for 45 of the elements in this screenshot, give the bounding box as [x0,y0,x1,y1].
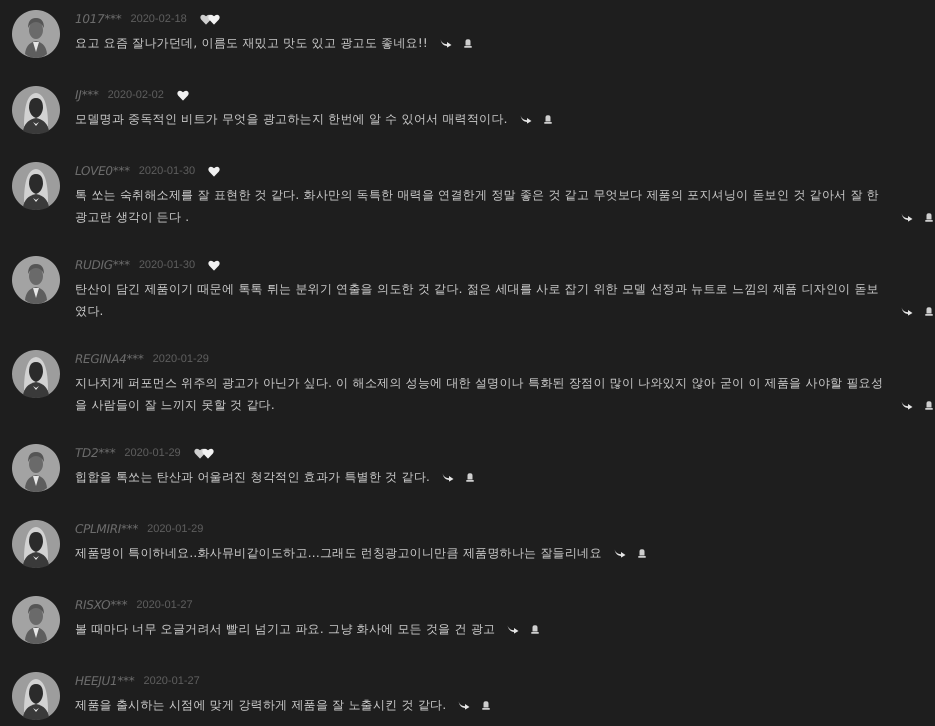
username: TD2*** [75,446,116,460]
curved-arrow-icon[interactable] [901,307,913,316]
curved-arrow-icon[interactable] [507,625,520,634]
comment-text: 제품을 출시하는 시점에 맞게 강력하게 제품을 잘 노출시킨 것 같다. [75,697,446,714]
siren-icon[interactable] [544,115,552,124]
username: 1017*** [75,12,122,26]
comment-text: 제품명이 특이하네요..화사뮤비같이도하고...그래도 런칭광고이니만큼 제품명하나는 잘들리네요 [75,545,602,562]
comment-text: 톡 쏘는 숙취해소제를 잘 표현한 것 같다. 화사만의 독특한 매력을 연결한게 정말 좋은 것 같고 무엇보다 제품의 포지셔닝이 돋보인 것 같아서 잘 한 광고란 생각이 든다 . [75,187,880,226]
curved-arrow-icon[interactable] [614,549,626,558]
username: RUDIG*** [75,258,130,272]
comment-date: 2020-01-29 [124,447,181,459]
comment-date: 2020-01-27 [143,675,200,687]
comment-date: 2020-02-02 [108,89,164,101]
username: HEEJU1*** [75,674,134,688]
comment-text: 볼 때마다 너무 오글거려서 빨리 넘기고 파요. 그냥 화사에 모든 것을 건 광고 [75,621,496,638]
curved-arrow-icon[interactable] [442,473,454,482]
username: LOVE0*** [75,164,130,178]
curved-arrow-icon[interactable] [440,39,452,48]
username: REGINA4*** [75,352,144,366]
comment-text: 모델명과 중독적인 비트가 무엇을 광고하는지 한번에 알 수 있어서 매력적이다. [75,111,508,128]
curved-arrow-icon[interactable] [520,115,532,124]
comment-date: 2020-01-29 [147,523,204,535]
siren-icon[interactable] [925,307,933,316]
username: IJ*** [75,88,99,102]
curved-arrow-icon[interactable] [901,213,913,222]
comment-date: 2020-01-29 [152,353,209,365]
comment-text: 요고 요즘 잘나가던데, 이름도 재밌고 맛도 있고 광고도 좋네요!! [75,35,428,52]
siren-icon[interactable] [464,39,472,48]
siren-icon[interactable] [925,401,933,410]
siren-icon[interactable] [638,549,646,558]
username: CPLMIRI*** [75,522,138,536]
comment-date: 2020-01-27 [136,599,193,611]
siren-icon[interactable] [482,701,490,710]
comment-date: 2020-01-30 [138,165,196,177]
comment-date: 2020-01-30 [138,259,196,271]
comment-text: 힙합을 톡쏘는 탄산과 어울려진 청각적인 효과가 특별한 것 같다. [75,469,430,486]
siren-icon[interactable] [925,213,933,222]
comment-text: 지나치게 퍼포먼스 위주의 광고가 아닌가 싶다. 이 해소제의 성능에 대한 설명이나 특화된 장점이 많이 나와있지 않아 굳이 이 제품을 사야할 필요성을 사람들이 잘 느끼지 못할 것 같다. [75,375,884,414]
curved-arrow-icon[interactable] [901,401,913,410]
siren-icon[interactable] [466,473,474,482]
siren-icon[interactable] [531,625,540,634]
username: RISXO*** [75,598,128,612]
comment-date: 2020-02-18 [130,13,187,25]
curved-arrow-icon[interactable] [458,701,470,710]
comment-text: 탄산이 담긴 제품이기 때문에 톡톡 튀는 분위기 연출을 의도한 것 같다. 젊은 세대를 사로 잡기 위한 모델 선정과 뉴트로 느낌의 제품 디자인이 돋보였다. [75,281,880,320]
